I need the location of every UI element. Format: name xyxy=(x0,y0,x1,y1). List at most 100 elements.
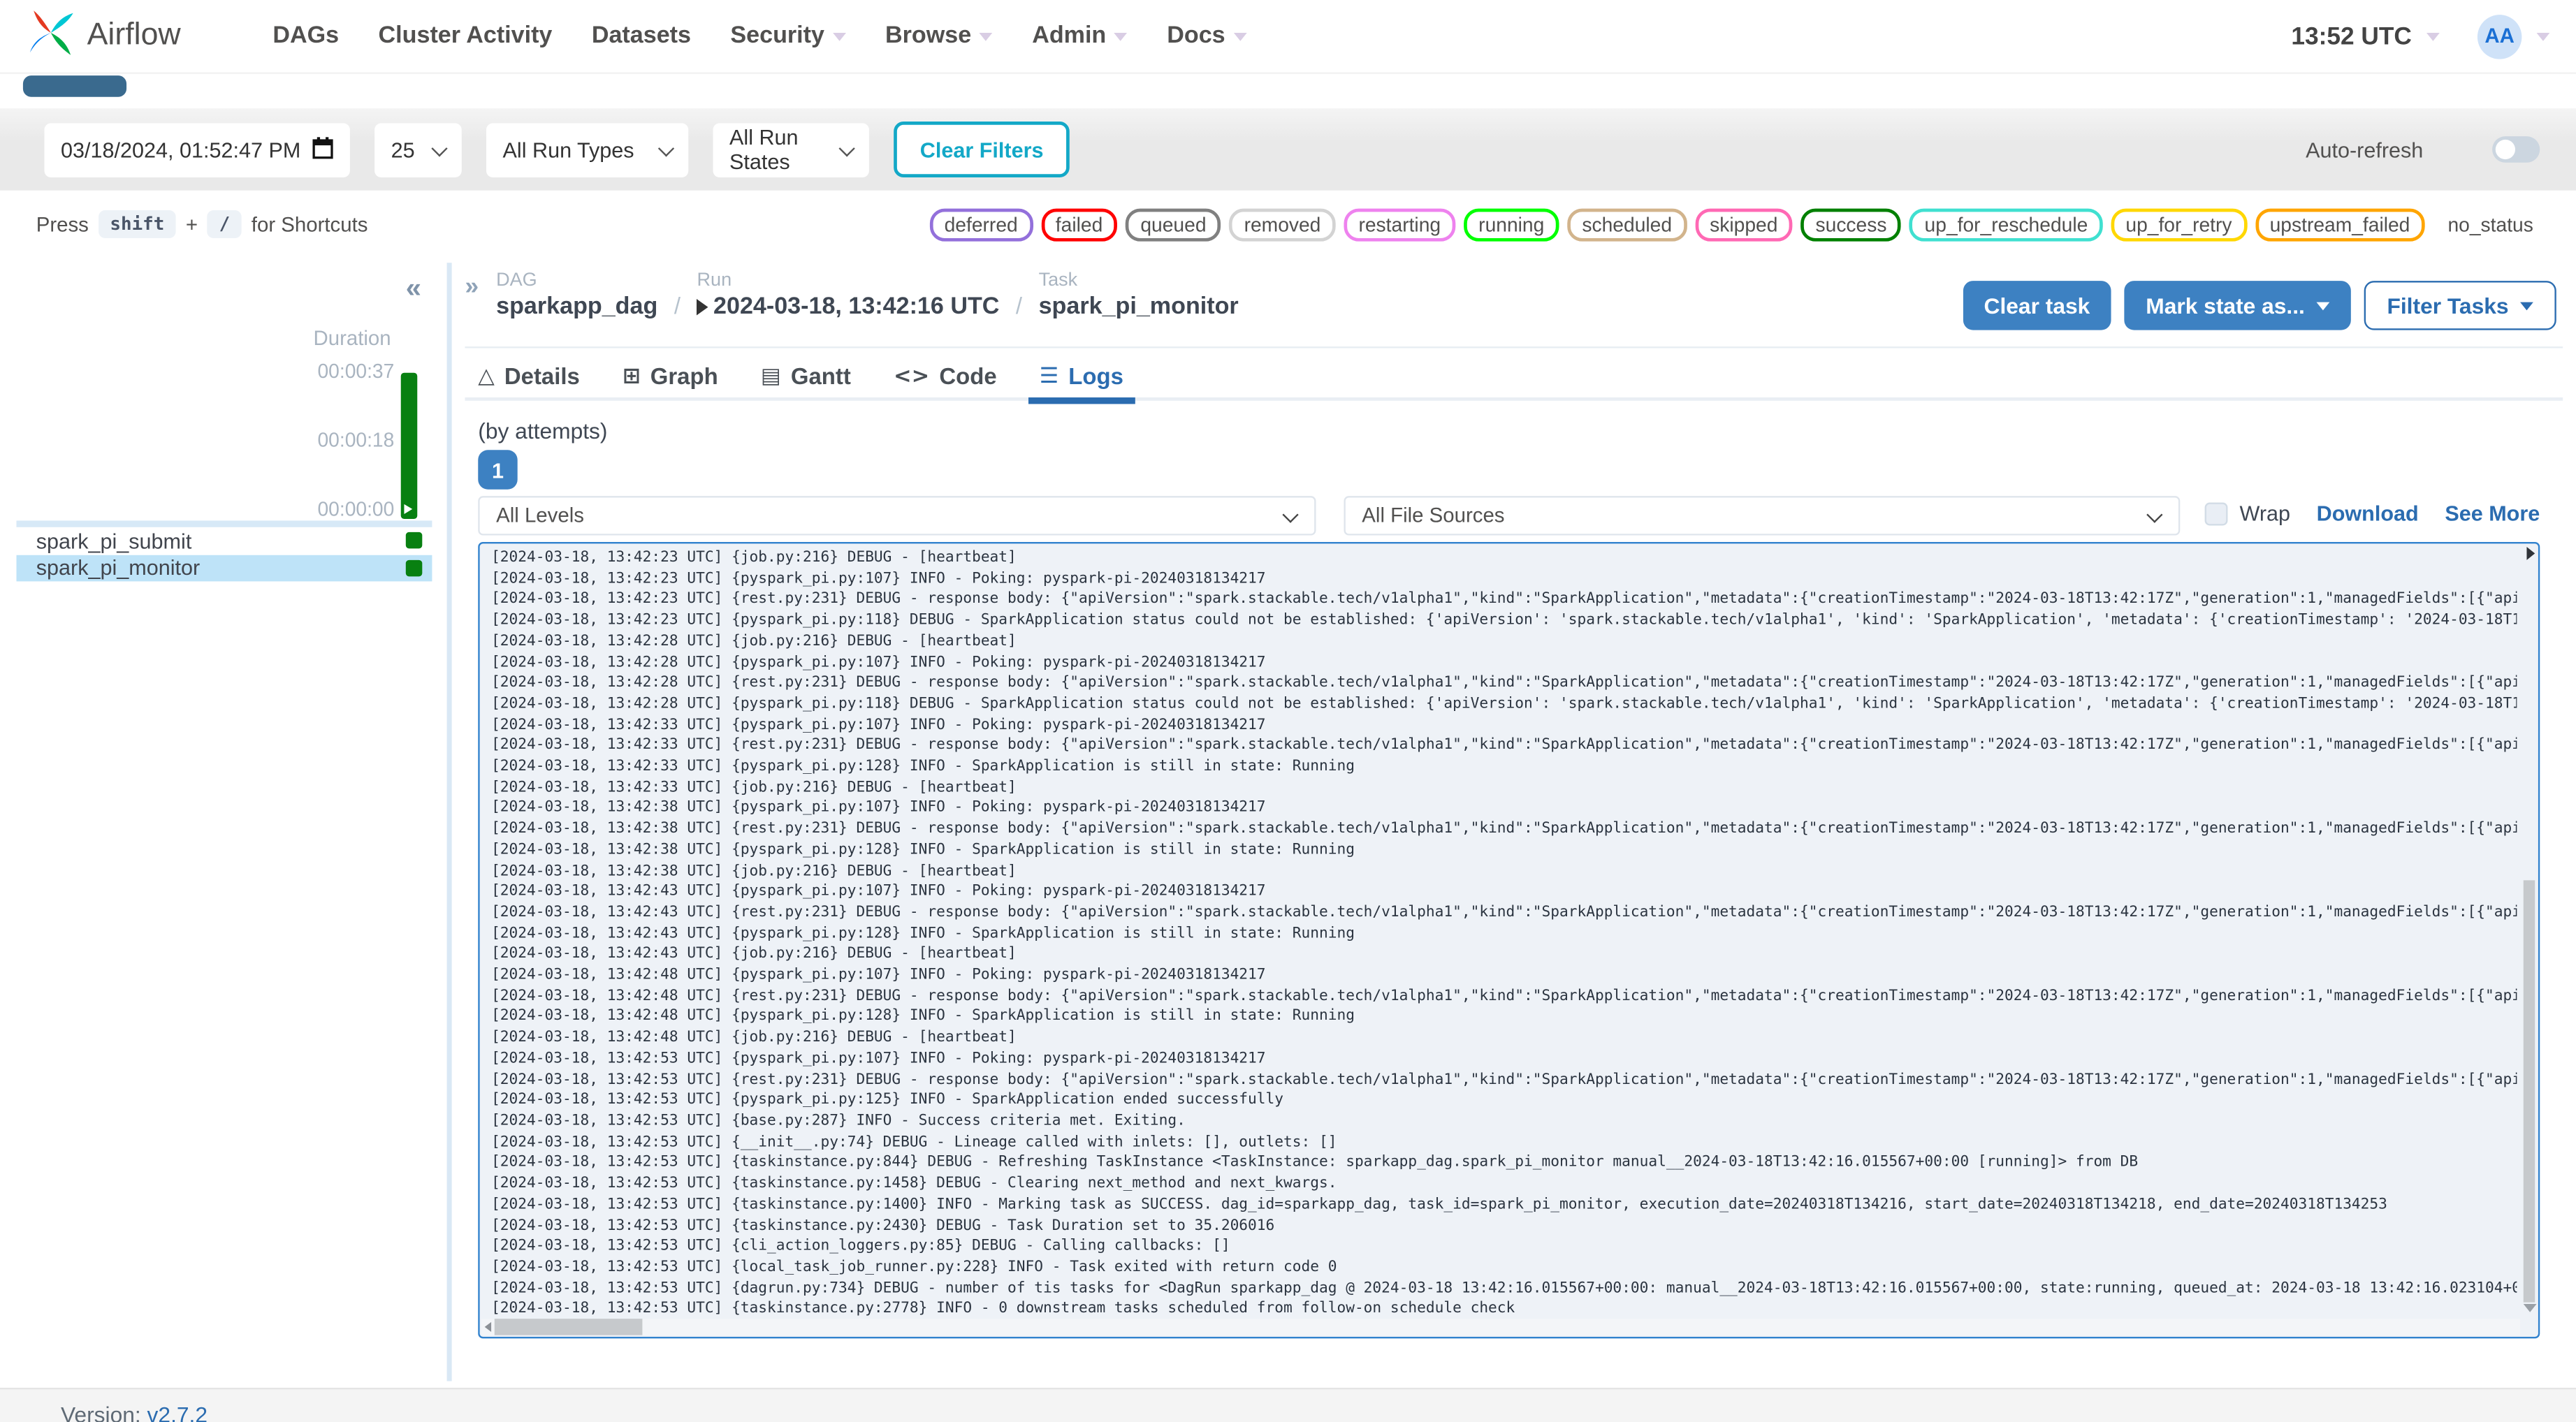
filter-tasks-button[interactable]: Filter Tasks xyxy=(2364,281,2556,330)
graph-nodes-icon: ⊞ xyxy=(622,363,641,389)
log-line: [2024-03-18, 13:42:43 UTC] {pyspark_pi.p… xyxy=(491,884,1266,901)
task-status-square-success[interactable] xyxy=(405,532,423,549)
log-lines-icon: ☰ xyxy=(1039,363,1059,389)
user-caret-down-icon[interactable] xyxy=(2536,31,2550,41)
airflow-app-window: Airflow DAGs Cluster Activity Datasets Secu… xyxy=(0,0,2576,1422)
panel-resize-handle[interactable] xyxy=(446,263,452,1381)
vertical-scrollbar-thumb[interactable] xyxy=(2523,880,2535,1303)
log-line: [2024-03-18, 13:42:33 UTC] {job.py:216} … xyxy=(491,779,1017,796)
tab-graph[interactable]: ⊞ Graph xyxy=(623,350,718,402)
utc-clock[interactable]: 13:52 UTC xyxy=(2291,22,2411,50)
log-controls: Wrap Download See More xyxy=(2205,501,2540,525)
nav-item-dags[interactable]: DAGs xyxy=(272,23,339,50)
scroll-right-arrow-icon[interactable] xyxy=(2526,547,2535,560)
clear-filters-button[interactable]: Clear Filters xyxy=(894,122,1070,177)
footer: Version: v2.7.2 xyxy=(0,1387,2576,1422)
task-row-spark-pi-submit[interactable]: spark_pi_submit xyxy=(17,527,432,555)
log-level-select[interactable]: All Levels xyxy=(478,496,1316,536)
auto-refresh-toggle[interactable] xyxy=(2492,136,2540,163)
shortcut-suffix-text: for Shortcuts xyxy=(251,212,368,236)
task-row-spark-pi-monitor[interactable]: spark_pi_monitor xyxy=(16,554,432,582)
attempt-1-button[interactable]: 1 xyxy=(478,450,518,490)
run-duration-bar[interactable] xyxy=(400,372,418,520)
state-badge-success: success xyxy=(1800,207,1902,241)
nav-item-label: Security xyxy=(730,22,824,50)
nav-item-browse[interactable]: Browse xyxy=(885,23,993,50)
log-line: [2024-03-18, 13:42:33 UTC] {pyspark_pi.p… xyxy=(491,717,1266,734)
brand-title: Airflow xyxy=(87,17,181,53)
horizontal-scrollbar-thumb[interactable] xyxy=(494,1319,643,1335)
nav-item-cluster-activity[interactable]: Cluster Activity xyxy=(379,23,553,50)
header-divider xyxy=(465,346,2563,349)
clear-task-button[interactable]: Clear task xyxy=(1962,281,2111,330)
state-badge-running: running xyxy=(1464,207,1559,241)
nav-item-admin[interactable]: Admin xyxy=(1032,23,1128,50)
log-line: [2024-03-18, 13:42:28 UTC] {rest.py:231}… xyxy=(491,675,2517,692)
log-line: [2024-03-18, 13:42:53 UTC] {taskinstance… xyxy=(491,1217,1275,1235)
run-link[interactable]: 2024-03-18, 13:42:16 UTC xyxy=(697,294,999,321)
wrap-checkbox[interactable] xyxy=(2205,501,2229,525)
clock-caret-down-icon[interactable] xyxy=(2426,31,2440,41)
caret-down-icon xyxy=(1114,31,1128,41)
warning-triangle-icon: △ xyxy=(478,363,495,389)
page-size-select[interactable]: 25 xyxy=(374,122,462,177)
state-badge-deferred: deferred xyxy=(929,207,1033,241)
state-legend: deferred failed queued removed restarting run… xyxy=(929,207,2540,241)
mark-state-as-button[interactable]: Mark state as... xyxy=(2124,281,2351,330)
log-line: [2024-03-18, 13:42:53 UTC] {local_task_j… xyxy=(491,1259,1337,1276)
breadcrumb-separator: / xyxy=(674,292,681,319)
version-link[interactable]: v2.7.2 xyxy=(147,1402,208,1422)
nav-item-label: Admin xyxy=(1032,22,1107,50)
nav-item-label: DAGs xyxy=(272,22,340,50)
log-line: [2024-03-18, 13:42:38 UTC] {job.py:216} … xyxy=(491,863,1017,880)
tab-logs[interactable]: ☰ Logs xyxy=(1028,350,1135,404)
state-badge-restarting: restarting xyxy=(1344,207,1456,241)
log-line: [2024-03-18, 13:42:48 UTC] {pyspark_pi.p… xyxy=(491,967,1266,984)
collapse-grid-icon[interactable]: « xyxy=(406,272,421,305)
task-list: spark_pi_submit spark_pi_monitor xyxy=(16,527,432,582)
run-types-select[interactable]: All Run Types xyxy=(486,122,689,177)
log-line: [2024-03-18, 13:42:33 UTC] {pyspark_pi.p… xyxy=(491,758,1355,775)
task-link[interactable]: spark_pi_monitor xyxy=(1039,294,1239,321)
run-states-select[interactable]: All Run States xyxy=(713,122,869,177)
dag-link[interactable]: sparkapp_dag xyxy=(496,294,657,321)
tabs: △ Details ⊞ Graph ▤ Gantt <> Code ☰ Logs xyxy=(478,350,1135,404)
toggle-knob xyxy=(2495,139,2515,160)
nav-item-datasets[interactable]: Datasets xyxy=(592,23,691,50)
scroll-down-arrow-icon[interactable] xyxy=(2523,1304,2537,1312)
manual-run-play-icon xyxy=(404,504,413,514)
tab-code[interactable]: <> Code xyxy=(894,350,997,402)
caret-down-icon xyxy=(1233,31,1247,41)
log-vertical-scrollbar[interactable] xyxy=(2522,545,2537,1316)
tab-details[interactable]: △ Details xyxy=(478,350,580,402)
base-date-input[interactable]: 03/18/2024, 01:52:47 PM xyxy=(44,122,350,177)
breadcrumb-dag: DAG sparkapp_dag xyxy=(496,271,657,321)
calendar-icon[interactable] xyxy=(312,135,334,163)
filter-tasks-label: Filter Tasks xyxy=(2387,293,2509,318)
caret-down-icon xyxy=(832,31,846,41)
download-link[interactable]: Download xyxy=(2317,501,2419,525)
task-status-square-success[interactable] xyxy=(405,559,423,576)
tabs-baseline xyxy=(465,397,2563,401)
log-line: [2024-03-18, 13:42:38 UTC] {pyspark_pi.p… xyxy=(491,842,1355,859)
expand-details-icon[interactable]: » xyxy=(465,272,479,300)
nav-item-security[interactable]: Security xyxy=(730,22,846,50)
log-horizontal-scrollbar[interactable] xyxy=(481,1319,2521,1335)
user-avatar[interactable]: AA xyxy=(2477,13,2522,59)
auto-refresh-label: Auto-refresh xyxy=(2306,137,2424,162)
file-source-value: All File Sources xyxy=(1362,504,1505,527)
breadcrumb-task: Task spark_pi_monitor xyxy=(1039,271,1239,321)
file-source-select[interactable]: All File Sources xyxy=(1344,496,2181,536)
tab-gantt[interactable]: ▤ Gantt xyxy=(761,350,851,402)
airflow-brand[interactable]: Airflow xyxy=(27,8,181,65)
grid-view-tab-stub[interactable] xyxy=(22,75,127,97)
wrap-toggle[interactable]: Wrap xyxy=(2205,501,2290,525)
page-size-value: 25 xyxy=(391,137,415,162)
scroll-left-arrow-icon[interactable] xyxy=(484,1321,492,1332)
see-more-link[interactable]: See More xyxy=(2445,501,2540,525)
nav-item-docs[interactable]: Docs xyxy=(1167,23,1247,50)
log-line: [2024-03-18, 13:42:33 UTC] {rest.py:231}… xyxy=(491,738,2517,755)
run-states-value: All Run States xyxy=(729,124,799,175)
log-line: [2024-03-18, 13:42:43 UTC] {job.py:216} … xyxy=(491,946,1017,963)
state-badge-scheduled: scheduled xyxy=(1567,207,1687,241)
